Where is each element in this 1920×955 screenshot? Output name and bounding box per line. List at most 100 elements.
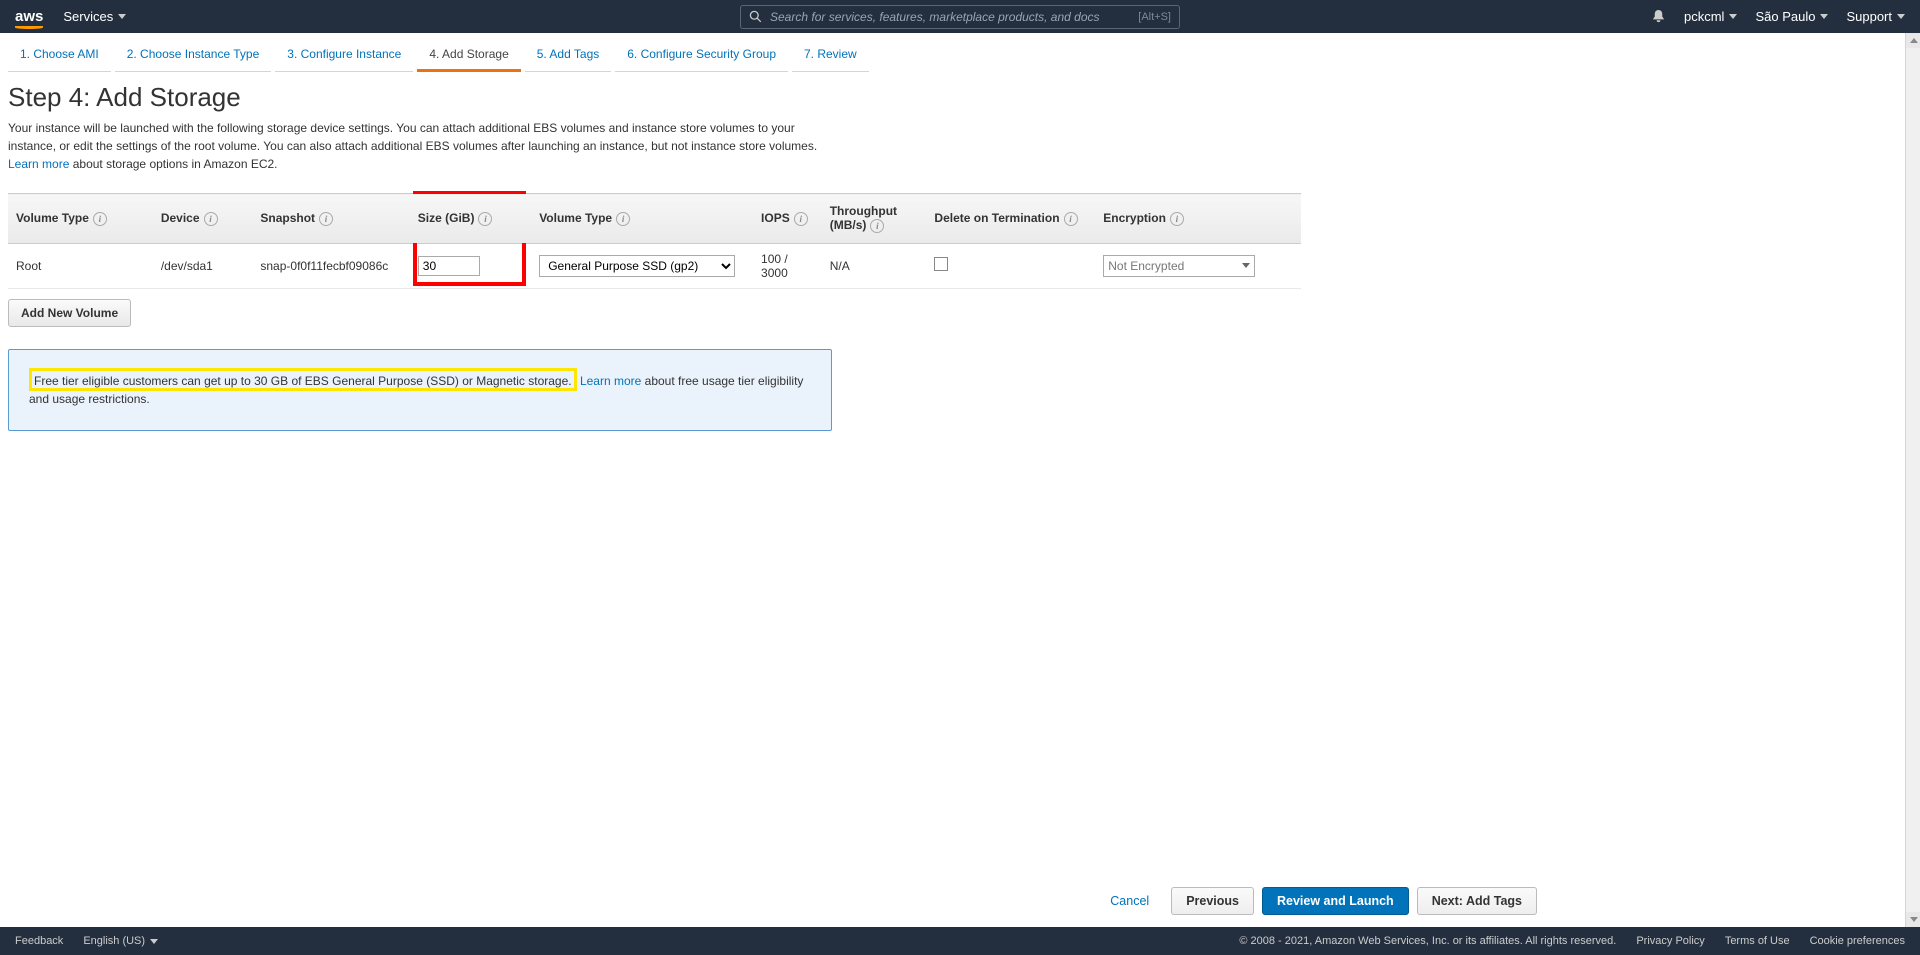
chevron-down-icon	[1242, 263, 1250, 268]
language-label: English (US)	[83, 935, 145, 947]
topnav-left: aws Services	[15, 8, 126, 25]
region-menu[interactable]: São Paulo	[1755, 9, 1828, 24]
page-content: Step 4: Add Storage Your instance will b…	[0, 72, 1553, 441]
notifications-button[interactable]	[1651, 9, 1666, 24]
highlighted-text: Free tier eligible customers can get up …	[29, 368, 577, 391]
add-volume-button[interactable]: Add New Volume	[8, 299, 131, 327]
services-menu[interactable]: Services	[63, 9, 126, 24]
info-icon[interactable]: i	[204, 212, 218, 226]
review-launch-button[interactable]: Review and Launch	[1262, 887, 1409, 915]
main-content: 1. Choose AMI 2. Choose Instance Type 3.…	[0, 33, 1553, 927]
feedback-link[interactable]: Feedback	[15, 935, 63, 947]
wizard-tab-review[interactable]: 7. Review	[792, 41, 869, 72]
support-label: Support	[1846, 9, 1892, 24]
th-label: Encryption	[1103, 211, 1166, 225]
topnav-right: pckcml São Paulo Support	[1651, 9, 1905, 24]
cell-throughput: N/A	[822, 243, 927, 288]
topnav: aws Services [Alt+S] pckcml São Paulo Su…	[0, 0, 1920, 33]
next-button[interactable]: Next: Add Tags	[1417, 887, 1537, 915]
volume-type-select[interactable]: General Purpose SSD (gp2)	[539, 255, 735, 277]
cell-size	[410, 243, 531, 288]
region-label: São Paulo	[1755, 9, 1815, 24]
th-label: Throughput (MB/s)	[830, 204, 897, 232]
wizard-tab-ami[interactable]: 1. Choose AMI	[8, 41, 111, 72]
wizard-tab-instance-type[interactable]: 2. Choose Instance Type	[115, 41, 272, 72]
delete-on-termination-checkbox[interactable]	[934, 257, 948, 271]
scroll-up-arrow[interactable]	[1906, 33, 1920, 48]
wizard-tab-configure[interactable]: 3. Configure Instance	[275, 41, 413, 72]
info-icon[interactable]: i	[319, 212, 333, 226]
wizard-tabs: 1. Choose AMI 2. Choose Instance Type 3.…	[0, 33, 1553, 72]
scroll-down-arrow[interactable]	[1906, 912, 1920, 927]
info-icon[interactable]: i	[616, 212, 630, 226]
table-header-row: Volume Typei Devicei Snapshoti Size (GiB…	[8, 194, 1301, 244]
privacy-link[interactable]: Privacy Policy	[1636, 935, 1704, 947]
th-label: Volume Type	[16, 211, 89, 225]
th-label: Size (GiB)	[418, 211, 475, 225]
encryption-select[interactable]: Not Encrypted	[1103, 255, 1255, 277]
info-icon[interactable]: i	[478, 212, 492, 226]
info-icon[interactable]: i	[870, 219, 884, 233]
chevron-down-icon	[1897, 14, 1905, 19]
storage-table: Volume Typei Devicei Snapshoti Size (GiB…	[8, 193, 1301, 289]
free-tier-info-box: Free tier eligible customers can get up …	[8, 349, 832, 431]
support-menu[interactable]: Support	[1846, 9, 1905, 24]
page-description: Your instance will be launched with the …	[8, 119, 838, 173]
search-input[interactable]	[770, 10, 1130, 24]
search-icon	[749, 10, 762, 23]
chevron-down-icon	[150, 939, 158, 944]
info-icon[interactable]: i	[794, 212, 808, 226]
learn-more-link[interactable]: Learn more	[8, 157, 69, 171]
cell-actions	[1263, 243, 1301, 288]
chevron-up-icon	[1910, 38, 1918, 43]
cell-encryption: Not Encrypted	[1095, 243, 1263, 288]
desc-text-2: about storage options in Amazon EC2.	[73, 157, 278, 171]
th-volume-type-2: Volume Type i	[531, 194, 753, 244]
cell-snapshot: snap-0f0f11fecbf09086c	[252, 243, 409, 288]
th-label: Volume Type	[539, 211, 612, 225]
footer-left: Feedback English (US)	[15, 935, 158, 947]
footer-right: © 2008 - 2021, Amazon Web Services, Inc.…	[1239, 935, 1905, 947]
cell-iops: 100 / 3000	[753, 243, 822, 288]
chevron-down-icon	[118, 14, 126, 19]
aws-logo[interactable]: aws	[15, 8, 43, 25]
footer: Feedback English (US) © 2008 - 2021, Ama…	[0, 927, 1920, 955]
th-iops: IOPS i	[753, 194, 822, 244]
chevron-down-icon	[1729, 14, 1737, 19]
th-throughput: Throughput (MB/s)i	[822, 194, 927, 244]
info-icon[interactable]: i	[93, 212, 107, 226]
terms-link[interactable]: Terms of Use	[1725, 935, 1790, 947]
th-label: Snapshot	[260, 211, 315, 225]
table-row: Root /dev/sda1 snap-0f0f11fecbf09086c Ge…	[8, 243, 1301, 288]
info-icon[interactable]: i	[1170, 212, 1184, 226]
th-label: Device	[161, 211, 200, 225]
size-input[interactable]	[418, 256, 480, 276]
cookie-link[interactable]: Cookie preferences	[1810, 935, 1905, 947]
language-select[interactable]: English (US)	[83, 935, 158, 947]
cancel-button[interactable]: Cancel	[1096, 888, 1163, 914]
th-size: Size (GiB)i	[410, 194, 531, 244]
th-snapshot: Snapshot i	[252, 194, 409, 244]
global-search[interactable]: [Alt+S]	[740, 5, 1180, 29]
learn-more-link[interactable]: Learn more	[580, 374, 641, 388]
wizard-tab-storage[interactable]: 4. Add Storage	[417, 41, 520, 72]
previous-button[interactable]: Previous	[1171, 887, 1254, 915]
desc-text-1: Your instance will be launched with the …	[8, 121, 817, 153]
wizard-tab-tags[interactable]: 5. Add Tags	[525, 41, 612, 72]
info-icon[interactable]: i	[1064, 212, 1078, 226]
copyright: © 2008 - 2021, Amazon Web Services, Inc.…	[1239, 935, 1616, 947]
th-label: Delete on Termination	[934, 211, 1059, 225]
chevron-down-icon	[1910, 917, 1918, 922]
th-label: IOPS	[761, 211, 790, 225]
th-device: Devicei	[153, 194, 253, 244]
cell-volume-type-2: General Purpose SSD (gp2)	[531, 243, 753, 288]
th-delete: Delete on Termination i	[926, 194, 1095, 244]
account-label: pckcml	[1684, 9, 1724, 24]
action-bar: Cancel Previous Review and Launch Next: …	[0, 877, 1553, 927]
account-menu[interactable]: pckcml	[1684, 9, 1737, 24]
scrollbar-vertical[interactable]	[1905, 33, 1920, 927]
encryption-value: Not Encrypted	[1108, 259, 1184, 273]
bell-icon	[1651, 9, 1666, 24]
wizard-tab-security[interactable]: 6. Configure Security Group	[615, 41, 788, 72]
services-label: Services	[63, 9, 113, 24]
